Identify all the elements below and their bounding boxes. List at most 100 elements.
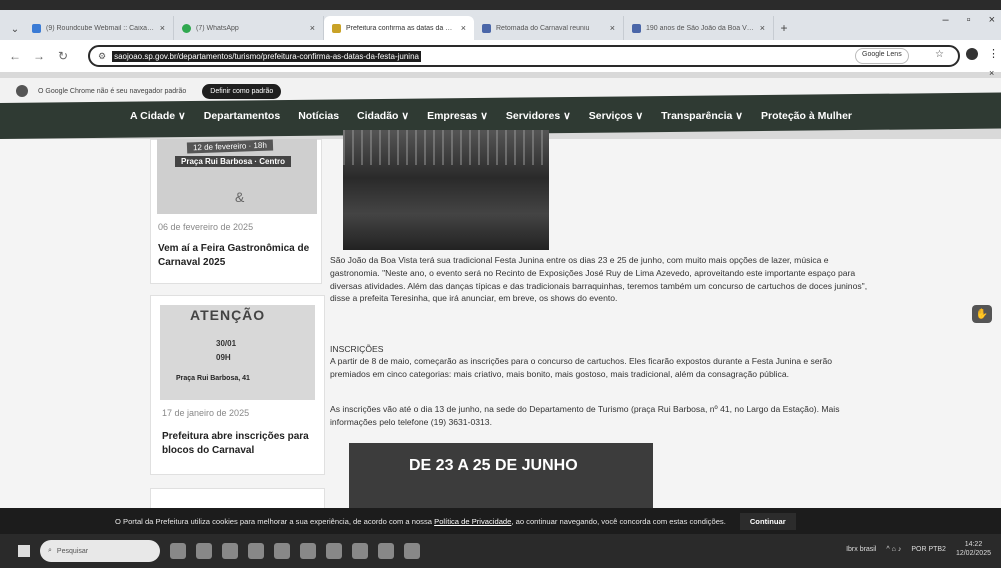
app-icon[interactable] (378, 543, 394, 559)
minimize-icon[interactable]: – (943, 14, 949, 26)
cookie-text: O Portal da Prefeitura utiliza cookies p… (115, 517, 726, 526)
close-icon[interactable]: × (310, 23, 315, 33)
thumb-text: Praça Rui Barbosa · Centro (175, 156, 292, 167)
clock[interactable]: 14:22 12/02/2025 (956, 540, 991, 558)
privacy-policy-link[interactable]: Política de Privacidade (434, 517, 511, 526)
bookmark-star-icon[interactable]: ☆ (935, 49, 944, 60)
taskbar-search[interactable]: ⌕ Pesquisar (40, 540, 160, 562)
news-title[interactable]: Prefeitura abre inscrições para blocos d… (162, 430, 322, 458)
tab-title: (9) Roundcube Webmail :: Caixa de entrad… (46, 24, 155, 32)
forward-icon[interactable]: → (32, 49, 46, 63)
maximize-icon[interactable]: ▫ (967, 14, 971, 26)
thumb-text: 12 de fevereiro · 18h (186, 139, 273, 154)
set-default-button[interactable]: Definir como padrão (202, 83, 282, 99)
tab-title: 190 anos de São João da Boa Vista (646, 24, 755, 32)
system-tray: Ibrx brasil ^ ⌂ ♪ POR PTB2 14:22 12/02/2… (846, 540, 991, 558)
cookie-banner: O Portal da Prefeitura utiliza cookies p… (0, 508, 1001, 534)
tab-title: Retomada do Carnaval reuniu (496, 24, 590, 32)
prefeitura-icon (332, 23, 341, 33)
clock-date: 12/02/2025 (955, 550, 991, 557)
close-icon[interactable]: × (760, 23, 765, 33)
tray-icons[interactable]: ^ ⌂ ♪ (886, 546, 901, 553)
chrome-icon (16, 85, 28, 97)
site-icon (632, 23, 641, 33)
file-explorer-icon[interactable] (248, 543, 264, 559)
whatsapp-icon (182, 23, 191, 33)
tab-roundcube[interactable]: (9) Roundcube Webmail :: Caixa de entrad… (24, 16, 174, 40)
task-view-icon[interactable] (196, 543, 212, 559)
window-controls: – ▫ × (943, 14, 995, 26)
reload-icon[interactable]: ↻ (56, 49, 70, 63)
back-icon[interactable]: ← (8, 49, 22, 63)
banner-text: DE 23 A 25 DE JUNHO (409, 457, 578, 474)
article-paragraph: As inscrições vão até o dia 13 de junho,… (330, 404, 840, 427)
site-icon (482, 23, 491, 33)
festa-banner-image: DE 23 A 25 DE JUNHO (349, 443, 653, 508)
url-text[interactable]: saojoao.sp.gov.br/departamentos/turismo/… (112, 50, 421, 62)
tab-title: (7) WhatsApp (196, 24, 239, 32)
menu-dots-icon[interactable]: ⋮ (988, 47, 999, 60)
news-title[interactable]: Vem aí a Feira Gastronômica de Carnaval … (158, 242, 318, 270)
profile-avatar[interactable] (966, 48, 978, 60)
widgets-icon[interactable] (170, 543, 186, 559)
tab-190-anos[interactable]: 190 anos de São João da Boa Vista × (624, 16, 774, 40)
close-infobar-icon[interactable]: × (989, 68, 994, 78)
clock-time: 14:22 (964, 541, 983, 548)
nav-empresas[interactable]: Empresas ∨ (427, 110, 488, 122)
tab-whatsapp[interactable]: (7) WhatsApp × (174, 16, 324, 40)
photos-icon[interactable] (404, 543, 420, 559)
search-icon: ⌕ (48, 547, 52, 554)
news-date: 06 de fevereiro de 2025 (158, 222, 254, 232)
windows-start-icon[interactable] (18, 545, 30, 557)
tab-carnaval[interactable]: Retomada do Carnaval reuniu × (474, 16, 624, 40)
site-info-icon[interactable]: ⚙ (98, 51, 106, 62)
nav-servicos[interactable]: Serviços ∨ (589, 110, 643, 122)
nav-a-cidade[interactable]: A Cidade ∨ (130, 110, 186, 122)
close-icon[interactable]: × (610, 23, 615, 33)
thumb-text: 09H (216, 353, 231, 362)
new-tab-button[interactable]: + (774, 16, 794, 40)
close-icon[interactable]: × (160, 23, 165, 33)
close-window-icon[interactable]: × (989, 14, 995, 26)
mail-icon[interactable] (300, 543, 316, 559)
chrome-taskbar-icon[interactable] (222, 543, 238, 559)
news-widget[interactable]: Ibrx brasil (846, 546, 876, 553)
tab-title: Prefeitura confirma as datas da Festa Ju… (346, 24, 456, 32)
accessibility-icon[interactable]: ✋ (972, 305, 992, 323)
article-paragraph: São João da Boa Vista terá sua tradicion… (330, 255, 868, 304)
app-icon[interactable] (326, 543, 342, 559)
nav-protecao-mulher[interactable]: Proteção à Mulher (761, 110, 852, 122)
tab-bar: ⌄ (9) Roundcube Webmail :: Caixa de entr… (0, 10, 1001, 40)
close-icon[interactable]: × (461, 23, 466, 33)
news-thumbnail[interactable]: 12 de fevereiro · 18h Praça Rui Barbosa … (157, 139, 317, 214)
nav-cidadao[interactable]: Cidadão ∨ (357, 110, 409, 122)
calculator-icon[interactable] (274, 543, 290, 559)
address-bar[interactable]: ⚙ saojoao.sp.gov.br/departamentos/turism… (88, 45, 960, 67)
infobar-text: O Google Chrome não é seu navegador padr… (38, 87, 187, 95)
search-placeholder: Pesquisar (56, 547, 89, 555)
festa-photo (343, 130, 549, 250)
article-paragraph: A partir de 8 de maio, começarão as insc… (330, 356, 833, 379)
nav-transparencia[interactable]: Transparência ∨ (661, 110, 743, 122)
app-icon[interactable] (352, 543, 368, 559)
continue-button[interactable]: Continuar (739, 512, 796, 530)
thumb-symbol: & (235, 189, 245, 205)
thumb-text: ATENÇÃO (190, 307, 266, 323)
thumb-text: Praça Rui Barbosa, 41 (176, 375, 250, 382)
roundcube-icon (32, 23, 41, 33)
language-indicator[interactable]: POR PTB2 (911, 546, 946, 553)
tab-search-icon[interactable]: ⌄ (6, 18, 24, 40)
article-subheading: INSCRIÇÕES (330, 344, 384, 354)
news-date: 17 de janeiro de 2025 (162, 408, 250, 418)
google-lens-button[interactable]: Google Lens (855, 48, 909, 64)
screen-top-strip (0, 0, 1001, 10)
nav-noticias[interactable]: Notícias (298, 110, 339, 122)
news-thumbnail[interactable]: ATENÇÃO 30/01 09H Praça Rui Barbosa, 41 (160, 305, 315, 400)
nav-servidores[interactable]: Servidores ∨ (506, 110, 571, 122)
tab-festa-junina[interactable]: Prefeitura confirma as datas da Festa Ju… (324, 16, 474, 40)
nav-departamentos[interactable]: Departamentos (204, 110, 280, 122)
site-nav-items: A Cidade ∨ Departamentos Notícias Cidadã… (130, 110, 852, 122)
thumb-text: 30/01 (216, 339, 237, 348)
cookie-text-after: , ao continuar navegando, você concorda … (511, 516, 726, 526)
photo-lights (343, 130, 549, 165)
